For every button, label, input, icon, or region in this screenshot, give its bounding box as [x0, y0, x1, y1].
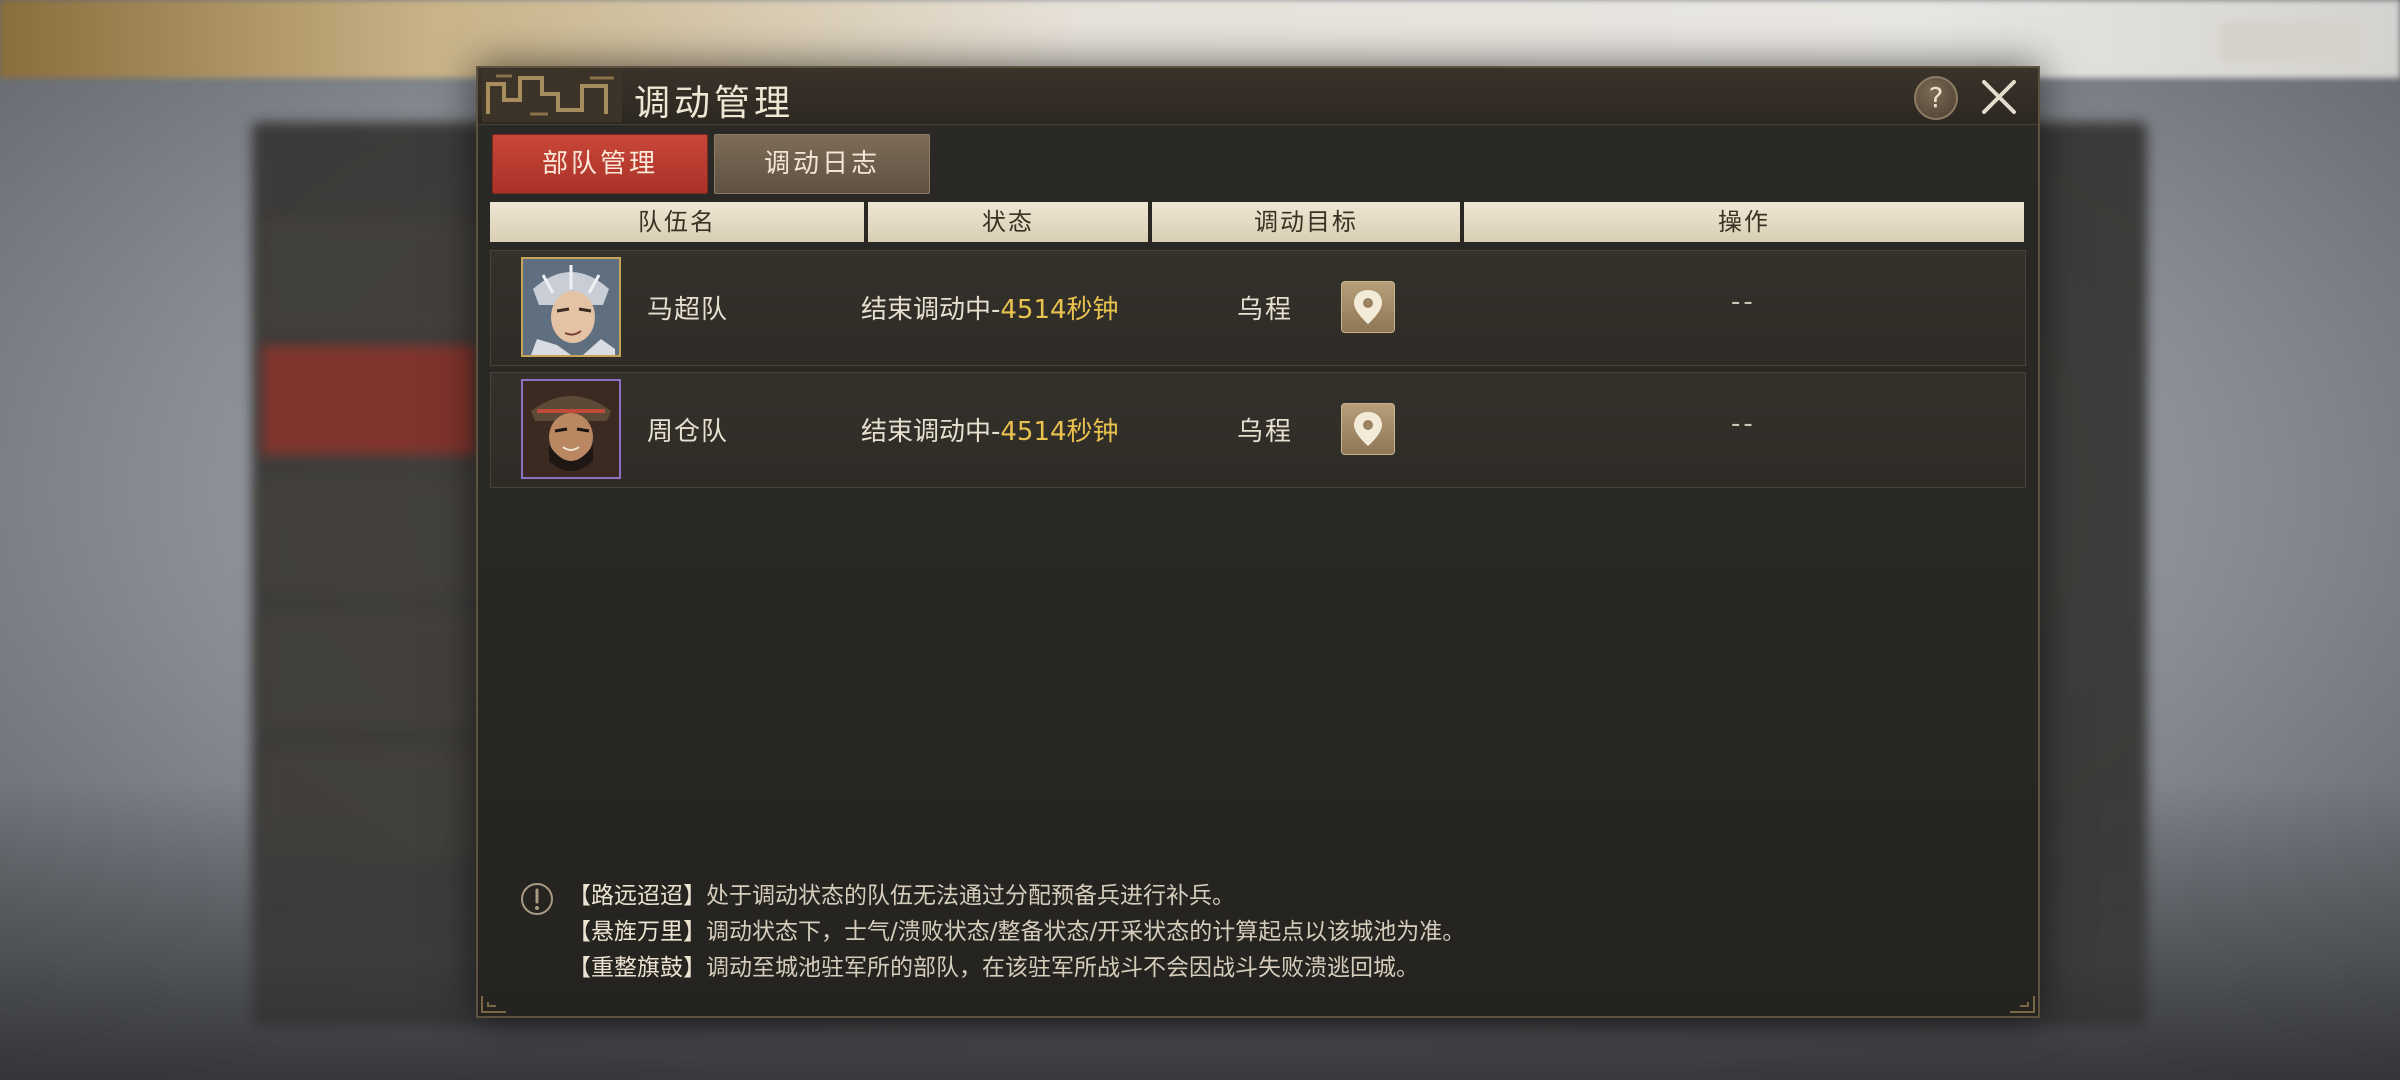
tip-title: 【路远迢迢】 [568, 883, 706, 909]
background-sidebar-item [262, 615, 477, 725]
tab-transfer-log[interactable]: 调动日志 [714, 134, 930, 194]
dialog-title: 调动管理 [634, 83, 795, 124]
tip-title: 【重整旗鼓】 [568, 955, 706, 981]
help-button[interactable]: ? [1914, 76, 1958, 120]
locate-target-button[interactable] [1341, 403, 1395, 455]
background-sidebar-item [262, 480, 477, 590]
locate-target-button[interactable] [1341, 281, 1395, 333]
status-label: 结束调动中- [861, 295, 1001, 325]
dialog-title-bar: 调动管理 ? [478, 68, 2038, 125]
title-ornament-icon [482, 70, 622, 122]
column-header-target: 调动目标 [1152, 202, 1460, 242]
team-name: 马超队 [647, 295, 729, 325]
background-sidebar-item-selected [262, 345, 477, 455]
close-icon[interactable] [1978, 76, 2020, 118]
tip-item: 【路远迢迢】处于调动状态的队伍无法通过分配预备兵进行补兵。 [568, 878, 1465, 914]
status-countdown: 4514秒钟 [1000, 417, 1119, 447]
corner-ornament-icon [2010, 996, 2035, 1013]
background-button [2220, 22, 2360, 62]
location-pin-icon [1354, 412, 1382, 446]
tip-text: 处于调动状态的队伍无法通过分配预备兵进行补兵。 [706, 883, 1235, 909]
column-header-action: 操作 [1464, 202, 2024, 242]
location-pin-icon [1354, 290, 1382, 324]
column-header-team-name: 队伍名 [490, 202, 864, 242]
table-row: 马超队 结束调动中-4514秒钟 乌程 -- [490, 250, 2026, 366]
tip-item: 【重整旗鼓】调动至城池驻军所的部队，在该驻军所战斗不会因战斗失败溃逃回城。 [568, 950, 1465, 986]
column-header-status: 状态 [868, 202, 1148, 242]
team-action: -- [1731, 409, 1756, 439]
tip-text: 调动状态下，士气/溃败状态/整备状态/开采状态的计算起点以该城池为准。 [706, 919, 1466, 945]
corner-ornament-icon [481, 996, 506, 1013]
status-label: 结束调动中- [861, 417, 1001, 447]
tips-list: 【路远迢迢】处于调动状态的队伍无法通过分配预备兵进行补兵。 【悬旌万里】调动状态… [568, 878, 1465, 986]
background-sidebar-item [262, 220, 477, 330]
tip-text: 调动至城池驻军所的部队，在该驻军所战斗不会因战斗失败溃逃回城。 [706, 955, 1419, 981]
team-name: 周仓队 [647, 417, 729, 447]
transfer-management-dialog: 调动管理 ? 部队管理 调动日志 队伍名 状态 调动目标 操作 马超队 结束调动… [476, 66, 2040, 1018]
team-status: 结束调动中-4514秒钟 [861, 289, 1119, 326]
tip-title: 【悬旌万里】 [568, 919, 706, 945]
tab-troop-management[interactable]: 部队管理 [492, 134, 708, 194]
hero-portrait-zhoucang[interactable] [521, 379, 621, 479]
transfer-target: 乌程 [1237, 417, 1294, 447]
hero-portrait-machao[interactable] [521, 257, 621, 357]
help-icon: ? [1928, 81, 1944, 114]
transfer-target: 乌程 [1237, 295, 1294, 325]
team-action: -- [1731, 287, 1756, 317]
status-countdown: 4514秒钟 [1000, 295, 1119, 325]
team-status: 结束调动中-4514秒钟 [861, 411, 1119, 448]
tip-item: 【悬旌万里】调动状态下，士气/溃败状态/整备状态/开采状态的计算起点以该城池为准… [568, 914, 1465, 950]
info-icon [521, 883, 553, 915]
table-row: 周仓队 结束调动中-4514秒钟 乌程 -- [490, 372, 2026, 488]
